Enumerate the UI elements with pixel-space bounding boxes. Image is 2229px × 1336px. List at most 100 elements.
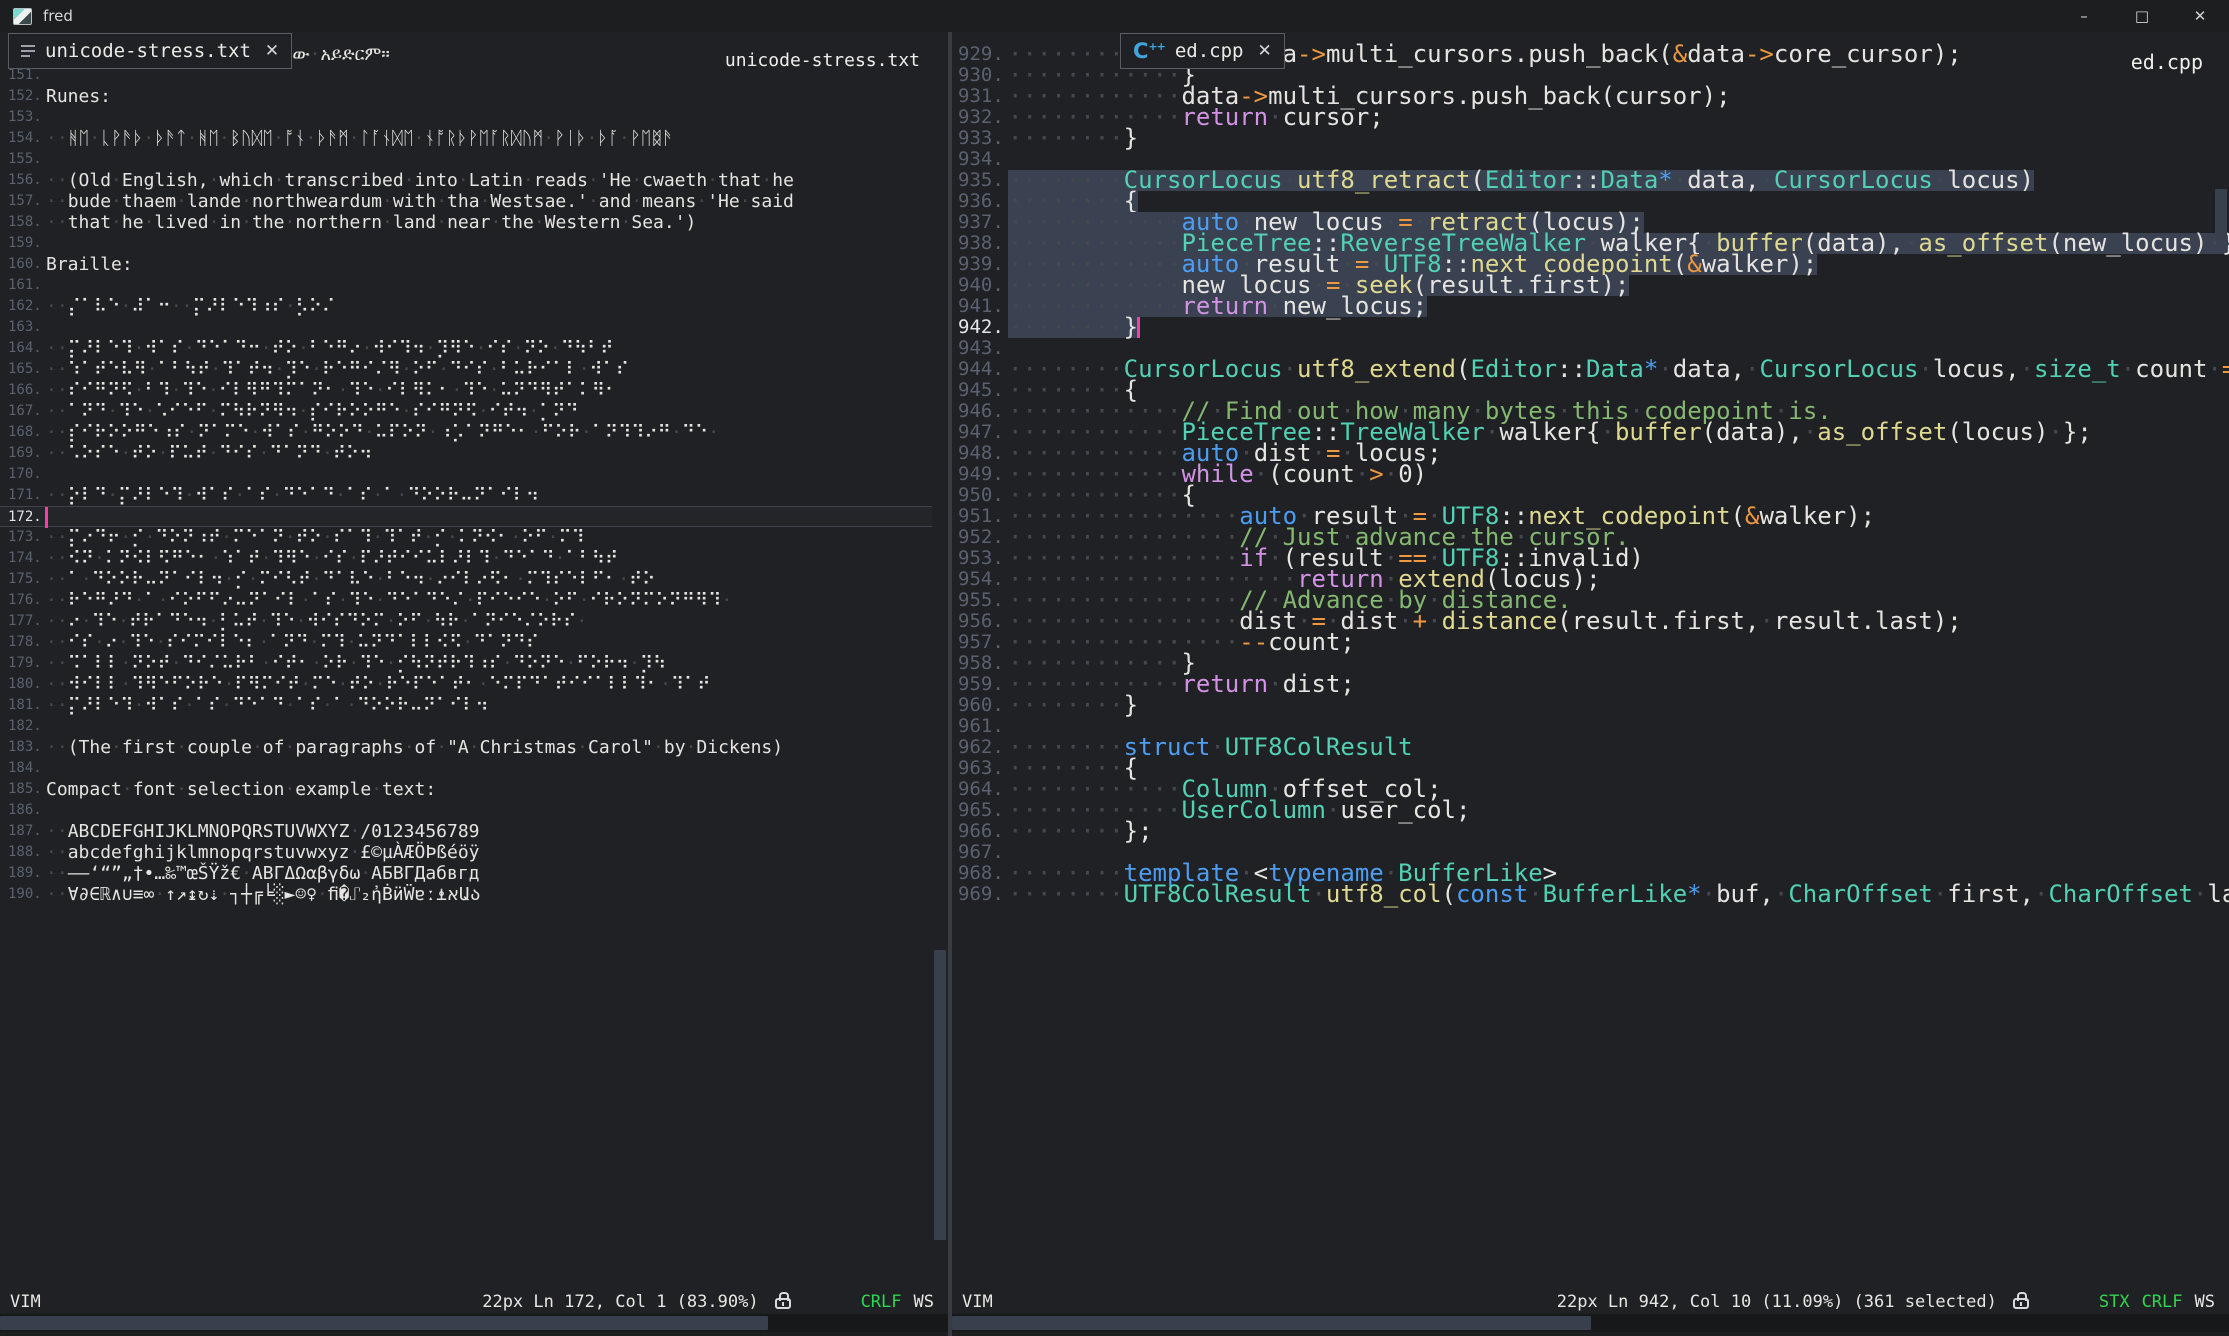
window-controls: – □ ✕ [2055, 0, 2229, 32]
code-line[interactable]: 182. [0, 716, 932, 737]
code-line[interactable]: 164.··⡍⠜⠇⠑⠹·⠺⠁⠎·⠙⠑⠁⠙⠒·⠞⠕·⠃⠑⠛⠔·⠺⠊⠹⠲·⡹⠻⠑·⠊… [0, 338, 932, 359]
code-line[interactable]: 166.··⠎⠊⠛⠝⠫·⠃⠹·⠹⠑·⠊⠇⠻⠛⠹⠍⠁⠝⠂·⠹⠑·⠊⠇⠻⠅⠂·⠹⠑·… [0, 380, 932, 401]
line-number: 166. [0, 380, 46, 401]
code-line[interactable]: 159. [0, 233, 932, 254]
code-line[interactable]: 158.··that·he·lived·in·the·northern·land… [0, 212, 932, 233]
scrollbar-thumb[interactable] [934, 950, 946, 1239]
code-line[interactable]: 163. [0, 317, 932, 338]
code-line[interactable]: 157.··bude·thaem·lande·northweardum·with… [0, 191, 932, 212]
code-line[interactable]: 155. [0, 149, 932, 170]
editor-content-left[interactable]: 150.··እግዜር·የከፈተውን·ጉሮሮ·ሳይዘጋው·አይድርም።151.15… [0, 32, 948, 1290]
scrollbar-thumb[interactable] [0, 1316, 768, 1330]
code-line[interactable]: 176.··⠗⠑⠛⠜⠙·⠁·⠊⠕⠋⠋⠔⠤⠝⠁⠊⠇·⠁⠎·⠹⠑·⠙⠑⠁⠙⠑⠌·⠏⠊… [0, 590, 932, 611]
code-line[interactable]: 167.··⠁⠝⠙·⠹⠑·⠡⠊⠑⠋·⠍⠳⠗⠝⠻⠲·⡎⠊⠗⠕⠕⠛⠑·⠎⠊⠛⠝⠫·⠊… [0, 401, 932, 422]
code-line[interactable]: 942.········} [952, 317, 2213, 338]
editor-content-right[interactable]: 929.················data->multi_cursors.… [952, 32, 2229, 1290]
scrollbar-thumb[interactable] [952, 1316, 1591, 1330]
code-line[interactable]: 152.Runes: [0, 86, 932, 107]
line-number: 957. [952, 632, 1008, 653]
horizontal-scrollbar-right[interactable] [952, 1314, 2229, 1332]
code-line[interactable]: 969.········UTF8ColResult·utf8_col(const… [952, 884, 2213, 905]
code-line[interactable]: 161. [0, 275, 932, 296]
vertical-scrollbar-right[interactable] [2213, 32, 2229, 1290]
tab-close-icon[interactable]: ✕ [1258, 41, 1272, 61]
code-line[interactable]: 959.············return·dist; [952, 674, 2213, 695]
line-number: 180. [0, 674, 46, 695]
encoding-badge[interactable]: STX [2099, 1292, 2130, 1312]
code-line[interactable]: 933.········} [952, 128, 2213, 149]
scrollbar-thumb[interactable] [2215, 189, 2227, 239]
line-number: 153. [0, 107, 46, 128]
code-area-left[interactable]: 150.··እግዜር·የከፈተውን·ጉሮሮ·ሳይዘጋው·አይድርም።151.15… [0, 44, 932, 905]
line-number: 964. [952, 779, 1008, 800]
horizontal-scrollbar-left[interactable] [0, 1314, 948, 1332]
code-line[interactable]: 188.··abcdefghijklmnopqrstuvwxyz·£©µÀÆÖÞ… [0, 842, 932, 863]
code-area-right[interactable]: 929.················data->multi_cursors.… [952, 44, 2213, 905]
line-number: 155. [0, 149, 46, 170]
tab-ed-cpp[interactable]: C++ ed.cpp ✕ [1120, 33, 1285, 69]
code-line[interactable]: 189.··–—‘“”„†•…‰™œŠŸž€·ΑΒΓΔΩαβγδω·АБВГДа… [0, 863, 932, 884]
line-number: 969. [952, 884, 1008, 905]
code-line[interactable]: 180.··⠺⠊⠇⠇·⠹⠻⠑⠋⠕⠗⠑·⠏⠻⠍⠊⠞·⠍⠑·⠞⠕·⠗⠑⠏⠑⠁⠞⠂·⠑… [0, 674, 932, 695]
vertical-scrollbar-left[interactable] [932, 32, 948, 1290]
window-title: fred [43, 7, 73, 25]
line-number: 171. [0, 485, 46, 506]
code-line[interactable]: 177.··⠔·⠹⠑·⠞⠗⠁⠙⠑⠲·⡃⠥⠞·⠹⠑·⠺⠊⠎⠙⠕⠍·⠕⠋·⠳⠗·⠁⠝… [0, 611, 932, 632]
line-number: 960. [952, 695, 1008, 716]
code-line[interactable]: 966.········}; [952, 821, 2213, 842]
code-line[interactable]: 184. [0, 758, 932, 779]
code-line[interactable]: 162.··⡌⠁⠧⠑·⠼⠁⠒··⡍⠜⠇⠑⠹⠰⠎·⡣⠕⠌ [0, 296, 932, 317]
code-line[interactable]: 153. [0, 107, 932, 128]
eol-badge[interactable]: CRLF [861, 1292, 902, 1312]
tab-unicode-stress[interactable]: unicode-stress.txt ✕ [8, 33, 292, 69]
line-number: 184. [0, 758, 46, 779]
line-number: 172. [0, 507, 46, 526]
line-number: 967. [952, 842, 1008, 863]
code-line[interactable]: 960.········} [952, 695, 2213, 716]
code-line[interactable]: 185.Compact·font·selection·example·text: [0, 779, 932, 800]
code-line[interactable]: 160.Braille: [0, 254, 932, 275]
code-line[interactable]: 165.··⠱⠁⠞⠑⠧⠻·⠁⠃⠳⠞·⠹⠁⠞⠲·⡹⠑·⠗⠑⠛⠊⠌⠻·⠕⠋·⠙⠊⠎·… [0, 359, 932, 380]
line-number: 165. [0, 359, 46, 380]
code-line[interactable]: 178.··⠊⠎·⠔·⠹⠑·⠎⠊⠍⠊⠇⠑⠆·⠁⠝⠙·⠍⠹·⠥⠝⠙⠁⠇⠇⠪⠫·⠙⠁… [0, 632, 932, 653]
code-line[interactable]: 190.··∀∂∈ℝ∧∪≡∞·↑↗↨↻⇣·┐┼╔╘░►☺♀·ﬁ�⑀₂ἠḂӥẄɐː… [0, 884, 932, 905]
code-line[interactable]: 183.··(The·first·couple·of·paragraphs·of… [0, 737, 932, 758]
code-line[interactable]: 172. [0, 506, 932, 527]
pane-ed-cpp: 929.················data->multi_cursors.… [952, 32, 2229, 1336]
code-line[interactable]: 168.··⡎⠊⠗⠕⠕⠛⠑⠰⠎·⠝⠁⠍⠑·⠺⠁⠎·⠛⠕⠕⠙·⠥⠏⠕⠝·⠰⡡⠁⠝⠛… [0, 422, 932, 443]
code-line[interactable]: 154.··ᚻᛖ·ᚳᚹᚫᚦ·ᚦᚫᛏ·ᚻᛖ·ᛒᚢᛞᛖ·ᚩᚾ·ᚦᚫᛗ·ᛚᚪᚾᛞᛖ·ᚾ… [0, 128, 932, 149]
line-number: 942. [952, 317, 1008, 338]
code-line[interactable]: 175.··⠁·⠙⠕⠕⠗⠤⠝⠁⠊⠇⠲·⡊·⠍⠊⠣⠞·⠙⠁⠧⠑·⠃⠑⠲·⠔⠊⠇⠔⠫… [0, 569, 932, 590]
code-line[interactable]: 156.··(Old·English,·which·transcribed·in… [0, 170, 932, 191]
line-number: 934. [952, 149, 1008, 170]
code-line[interactable]: 171.··⡕⠇⠙·⡍⠜⠇⠑⠹·⠺⠁⠎·⠁⠎·⠙⠑⠁⠙·⠁⠎·⠁·⠙⠕⠕⠗⠤⠝⠁… [0, 485, 932, 506]
close-button[interactable]: ✕ [2171, 0, 2229, 32]
tab-close-icon[interactable]: ✕ [265, 41, 279, 61]
line-number: 188. [0, 842, 46, 863]
minimize-button[interactable]: – [2055, 0, 2113, 32]
code-line[interactable]: 170. [0, 464, 932, 485]
code-line[interactable]: 962.········struct·UTF8ColResult [952, 737, 2213, 758]
line-number: 174. [0, 548, 46, 569]
code-line[interactable]: 187.··ABCDEFGHIJKLMNOPQRSTUVWXYZ·/012345… [0, 821, 932, 842]
code-line[interactable]: 935.········CursorLocus·utf8_retract(Edi… [952, 170, 2213, 191]
line-text: ··that·he·lived·in·the·northern·land·nea… [46, 212, 696, 233]
line-text: ··⡍⠔⠙⠖·⡊·⠙⠕⠝⠰⠞·⠍⠑⠁⠝·⠞⠕·⠎⠁⠹·⠹⠁⠞·⡊·⠅⠝⠪⠂·⠕⠋… [46, 527, 585, 548]
whitespace-badge[interactable]: WS [914, 1292, 934, 1312]
eol-badge[interactable]: CRLF [2142, 1292, 2183, 1312]
code-line[interactable]: 186. [0, 800, 932, 821]
code-line[interactable]: 944.········CursorLocus·utf8_extend(Edit… [952, 359, 2213, 380]
maximize-button[interactable]: □ [2113, 0, 2171, 32]
line-number: 935. [952, 170, 1008, 191]
whitespace-badge[interactable]: WS [2195, 1292, 2215, 1312]
line-text: ··⠩⠁⠇⠇·⠝⠕⠞·⠙⠊⠌⠥⠗⠃·⠊⠞⠂·⠕⠗·⠹⠑·⡊⠳⠝⠞⠗⠹⠰⠎·⠙⠕⠝… [46, 653, 666, 674]
code-line[interactable]: 932.············return·cursor; [952, 107, 2213, 128]
line-number: 947. [952, 422, 1008, 443]
code-line[interactable]: 173.··⡍⠔⠙⠖·⡊·⠙⠕⠝⠰⠞·⠍⠑⠁⠝·⠞⠕·⠎⠁⠹·⠹⠁⠞·⡊·⠅⠝⠪… [0, 527, 932, 548]
code-line[interactable]: 941.············return·new_locus; [952, 296, 2213, 317]
code-line[interactable]: 174.··⠪⠝·⠅⠝⠪⠇⠫⠛⠑⠂·⠱⠁⠞·⠹⠻⠑·⠊⠎·⠏⠜⠞⠊⠊⠥⠇⠜⠇⠹·… [0, 548, 932, 569]
code-line[interactable]: 181.··⡍⠜⠇⠑⠹·⠺⠁⠎·⠁⠎·⠙⠑⠁⠙·⠁⠎·⠁·⠙⠕⠕⠗⠤⠝⠁⠊⠇⠲ [0, 695, 932, 716]
line-text: ··⠊⠎·⠔·⠹⠑·⠎⠊⠍⠊⠇⠑⠆·⠁⠝⠙·⠍⠹·⠥⠝⠙⠁⠇⠇⠪⠫·⠙⠁⠝⠙⠎ [46, 632, 539, 653]
code-line[interactable]: 169.··⠡⠕⠎⠑·⠞⠕·⠏⠥⠞·⠙⠊⠎·⠙⠁⠝⠙·⠞⠕⠲ [0, 443, 932, 464]
code-line[interactable]: 179.··⠩⠁⠇⠇·⠝⠕⠞·⠙⠊⠌⠥⠗⠃·⠊⠞⠂·⠕⠗·⠹⠑·⡊⠳⠝⠞⠗⠹⠰⠎… [0, 653, 932, 674]
